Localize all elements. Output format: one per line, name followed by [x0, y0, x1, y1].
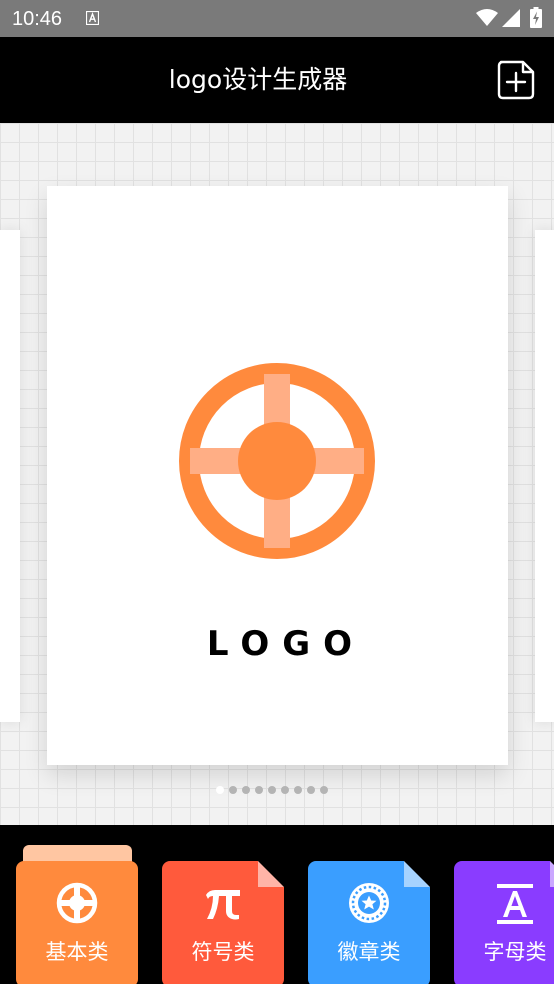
lifebuoy-icon — [179, 363, 375, 559]
app-header: logo设计生成器 — [0, 37, 554, 123]
category-basic[interactable]: 基本类 — [16, 861, 138, 984]
logo-text: LOGO — [206, 624, 366, 664]
page-dot[interactable] — [320, 786, 328, 794]
category-badge[interactable]: 徽章类 — [308, 861, 430, 984]
template-card[interactable]: LOGO — [47, 186, 508, 765]
page-dot[interactable] — [216, 786, 224, 794]
a-notification-icon — [86, 11, 99, 25]
signal-icon — [502, 9, 520, 27]
lifebuoy-icon — [56, 882, 98, 924]
page-dot[interactable] — [268, 786, 276, 794]
page-dot[interactable] — [229, 786, 237, 794]
page-dot[interactable] — [242, 786, 250, 794]
page-dot[interactable] — [255, 786, 263, 794]
previous-template-card[interactable] — [0, 230, 20, 722]
pi-icon — [206, 890, 240, 920]
category-letter[interactable]: 字母类 — [454, 861, 554, 984]
category-label: 字母类 — [483, 940, 547, 964]
new-file-icon — [497, 60, 535, 100]
status-time: 10:46 — [12, 8, 63, 30]
category-label: 徽章类 — [337, 940, 401, 964]
battery-charging-icon — [530, 7, 542, 28]
category-label: 符号类 — [191, 940, 255, 964]
page-dot[interactable] — [307, 786, 315, 794]
category-label: 基本类 — [45, 940, 109, 964]
page-dot[interactable] — [294, 786, 302, 794]
wifi-icon — [476, 9, 498, 26]
page-fold — [404, 861, 430, 887]
status-bar: 10:46 — [0, 0, 554, 37]
letter-a-icon — [497, 884, 533, 924]
badge-icon — [349, 883, 389, 923]
category-symbol[interactable]: 符号类 — [162, 861, 284, 984]
page-fold — [550, 861, 554, 887]
page-fold — [258, 861, 284, 887]
category-bar: 基本类 符号类 徽章类 字母类 — [0, 825, 554, 984]
new-file-button[interactable] — [497, 60, 535, 100]
next-template-card[interactable] — [535, 230, 554, 722]
app-title: logo设计生成器 — [168, 65, 348, 94]
template-canvas[interactable]: LOGO — [0, 123, 554, 825]
page-indicator — [216, 786, 328, 796]
page-dot[interactable] — [281, 786, 289, 794]
